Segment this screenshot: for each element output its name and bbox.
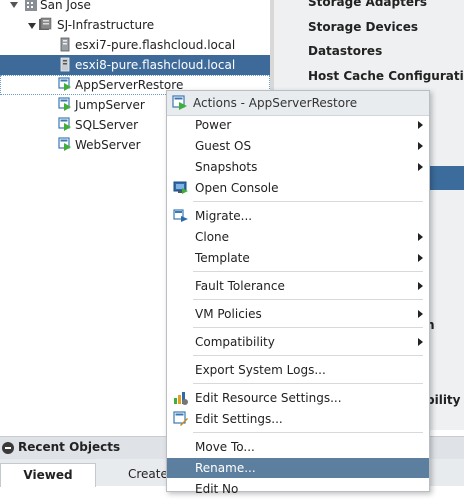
- menu-item-label: Migrate...: [195, 209, 253, 223]
- menu-item-label: Fault Tolerance: [195, 279, 285, 293]
- tree-item-san-jose[interactable]: San Jose: [0, 0, 270, 15]
- menu-item-label: Guest OS: [195, 139, 252, 153]
- menu-item-label: Open Console: [195, 181, 279, 195]
- submenu-arrow-icon: [418, 163, 423, 171]
- menu-item-label: Compatibility: [195, 335, 275, 349]
- nav-item-fragment: bility: [426, 393, 461, 407]
- vm-powered-on-icon: [58, 97, 71, 111]
- menu-item-migrate[interactable]: Migrate...: [167, 206, 429, 226]
- submenu-arrow-icon: [418, 121, 423, 129]
- menu-separator: [193, 327, 423, 328]
- submenu-arrow-icon: [418, 254, 423, 262]
- tree-item-label: JumpServer: [75, 98, 145, 112]
- vm-powered-on-icon: [172, 95, 187, 110]
- recent-objects-title: Recent Objects: [18, 440, 121, 454]
- tree-item-esxi8[interactable]: esxi8-pure.flashcloud.local: [0, 55, 270, 75]
- menu-separator: [193, 201, 423, 202]
- console-icon: [173, 181, 188, 194]
- tab-created[interactable]: Create: [128, 463, 168, 486]
- edit-settings-icon: [173, 411, 188, 426]
- menu-item-export-system-logs[interactable]: Export System Logs...: [167, 360, 429, 380]
- menu-item-label: Template: [195, 251, 250, 265]
- menu-item-label: Edit Settings...: [195, 412, 283, 426]
- host-icon: [60, 37, 70, 52]
- submenu-arrow-icon: [418, 233, 423, 241]
- tree-item-label: San Jose: [40, 0, 91, 12]
- host-icon: [60, 57, 70, 72]
- submenu-arrow-icon: [418, 310, 423, 318]
- menu-item-label: Power: [195, 118, 232, 132]
- collapse-icon[interactable]: [2, 442, 14, 454]
- expand-triangle-icon[interactable]: [28, 23, 36, 29]
- cluster-icon: [39, 17, 52, 30]
- datacenter-icon: [25, 0, 37, 11]
- expand-triangle-icon[interactable]: [10, 2, 18, 8]
- menu-item-edit-resource-settings[interactable]: Edit Resource Settings...: [167, 388, 429, 408]
- menu-item-label: Rename...: [195, 461, 256, 475]
- menu-item-edit-notes[interactable]: Edit No: [167, 479, 429, 499]
- tab-viewed[interactable]: Viewed: [0, 463, 96, 487]
- menu-item-label: Edit Resource Settings...: [195, 391, 342, 405]
- menu-item-open-console[interactable]: Open Console: [167, 178, 429, 198]
- menu-item-power[interactable]: Power: [167, 115, 429, 135]
- menu-item-vm-policies[interactable]: VM Policies: [167, 304, 429, 324]
- tree-item-label: WebServer: [75, 138, 141, 152]
- menu-item-label: VM Policies: [195, 307, 262, 321]
- vm-powered-on-icon: [58, 77, 71, 91]
- resource-settings-icon: [174, 392, 188, 405]
- menu-item-label: Edit No: [195, 482, 239, 496]
- context-menu-header: Actions - AppServerRestore: [167, 91, 429, 116]
- tree-item-esxi7[interactable]: esxi7-pure.flashcloud.local: [0, 35, 270, 55]
- menu-separator: [193, 432, 423, 433]
- menu-item-guest-os[interactable]: Guest OS: [167, 136, 429, 156]
- actions-context-menu: Actions - AppServerRestore Power Guest O…: [166, 90, 430, 496]
- tree-item-label: esxi7-pure.flashcloud.local: [75, 38, 236, 52]
- menu-separator: [193, 299, 423, 300]
- submenu-arrow-icon: [418, 282, 423, 290]
- menu-separator: [193, 383, 423, 384]
- nav-storage-adapters[interactable]: Storage Adapters: [308, 0, 427, 9]
- nav-datastores[interactable]: Datastores: [308, 44, 382, 58]
- menu-item-fault-tolerance[interactable]: Fault Tolerance: [167, 276, 429, 296]
- menu-separator: [193, 355, 423, 356]
- menu-item-snapshots[interactable]: Snapshots: [167, 157, 429, 177]
- menu-item-clone[interactable]: Clone: [167, 227, 429, 247]
- menu-item-move-to[interactable]: Move To...: [167, 437, 429, 457]
- context-menu-title: Actions - AppServerRestore: [193, 96, 358, 110]
- submenu-arrow-icon: [418, 142, 423, 150]
- tree-item-label: SJ-Infrastructure: [57, 18, 155, 32]
- menu-item-label: Snapshots: [195, 160, 258, 174]
- vm-powered-on-icon: [58, 137, 71, 151]
- menu-item-label: Clone: [195, 230, 230, 244]
- menu-separator: [193, 271, 423, 272]
- menu-item-edit-settings[interactable]: Edit Settings...: [167, 409, 429, 429]
- menu-item-label: Export System Logs...: [195, 363, 326, 377]
- nav-storage-devices[interactable]: Storage Devices: [308, 20, 418, 34]
- menu-item-rename[interactable]: Rename...: [167, 458, 429, 478]
- tree-item-label: esxi8-pure.flashcloud.local: [75, 58, 236, 72]
- tree-item-sj-infrastructure[interactable]: SJ-Infrastructure: [0, 15, 270, 35]
- menu-item-label: Move To...: [195, 440, 255, 454]
- tree-item-label: SQLServer: [75, 118, 139, 132]
- migrate-icon: [173, 209, 188, 222]
- vm-powered-on-icon: [58, 117, 71, 131]
- submenu-arrow-icon: [418, 338, 423, 346]
- menu-item-template[interactable]: Template: [167, 248, 429, 268]
- menu-item-compatibility[interactable]: Compatibility: [167, 332, 429, 352]
- nav-host-cache-configuration[interactable]: Host Cache Configuration: [308, 69, 464, 83]
